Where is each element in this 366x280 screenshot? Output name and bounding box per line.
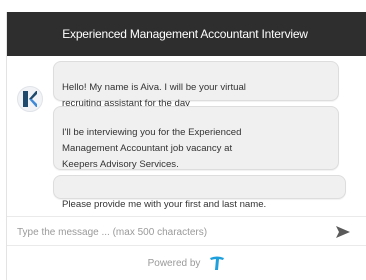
bot-avatar — [17, 86, 43, 112]
message-input[interactable] — [13, 221, 319, 243]
powered-by-label: Powered by — [147, 257, 201, 269]
brand-t-logo-icon[interactable] — [208, 255, 226, 271]
bot-message: Please provide me with your first and la… — [53, 175, 346, 210]
send-arrow-icon — [336, 226, 350, 238]
chat-title: Experienced Management Accountant Interv… — [62, 27, 308, 41]
page: Experienced Management Accountant Interv… — [0, 0, 366, 280]
chat-header: Experienced Management Accountant Interv… — [7, 12, 366, 56]
powered-by-footer: Powered by — [7, 246, 366, 280]
send-button[interactable] — [333, 223, 353, 241]
chat-widget: Experienced Management Accountant Interv… — [6, 12, 366, 280]
message-text: I'll be interviewing you for the Experie… — [62, 127, 242, 170]
message-composer — [7, 216, 366, 246]
keepers-k-logo-icon — [23, 91, 37, 107]
bot-message: I'll be interviewing you for the Experie… — [53, 106, 339, 170]
message-list[interactable]: Hello! My name is Aiva. I will be your v… — [7, 56, 366, 216]
message-text: Please provide me with your first and la… — [62, 199, 267, 210]
message-text: Hello! My name is Aiva. I will be your v… — [62, 82, 246, 109]
bot-message: Hello! My name is Aiva. I will be your v… — [53, 61, 339, 123]
